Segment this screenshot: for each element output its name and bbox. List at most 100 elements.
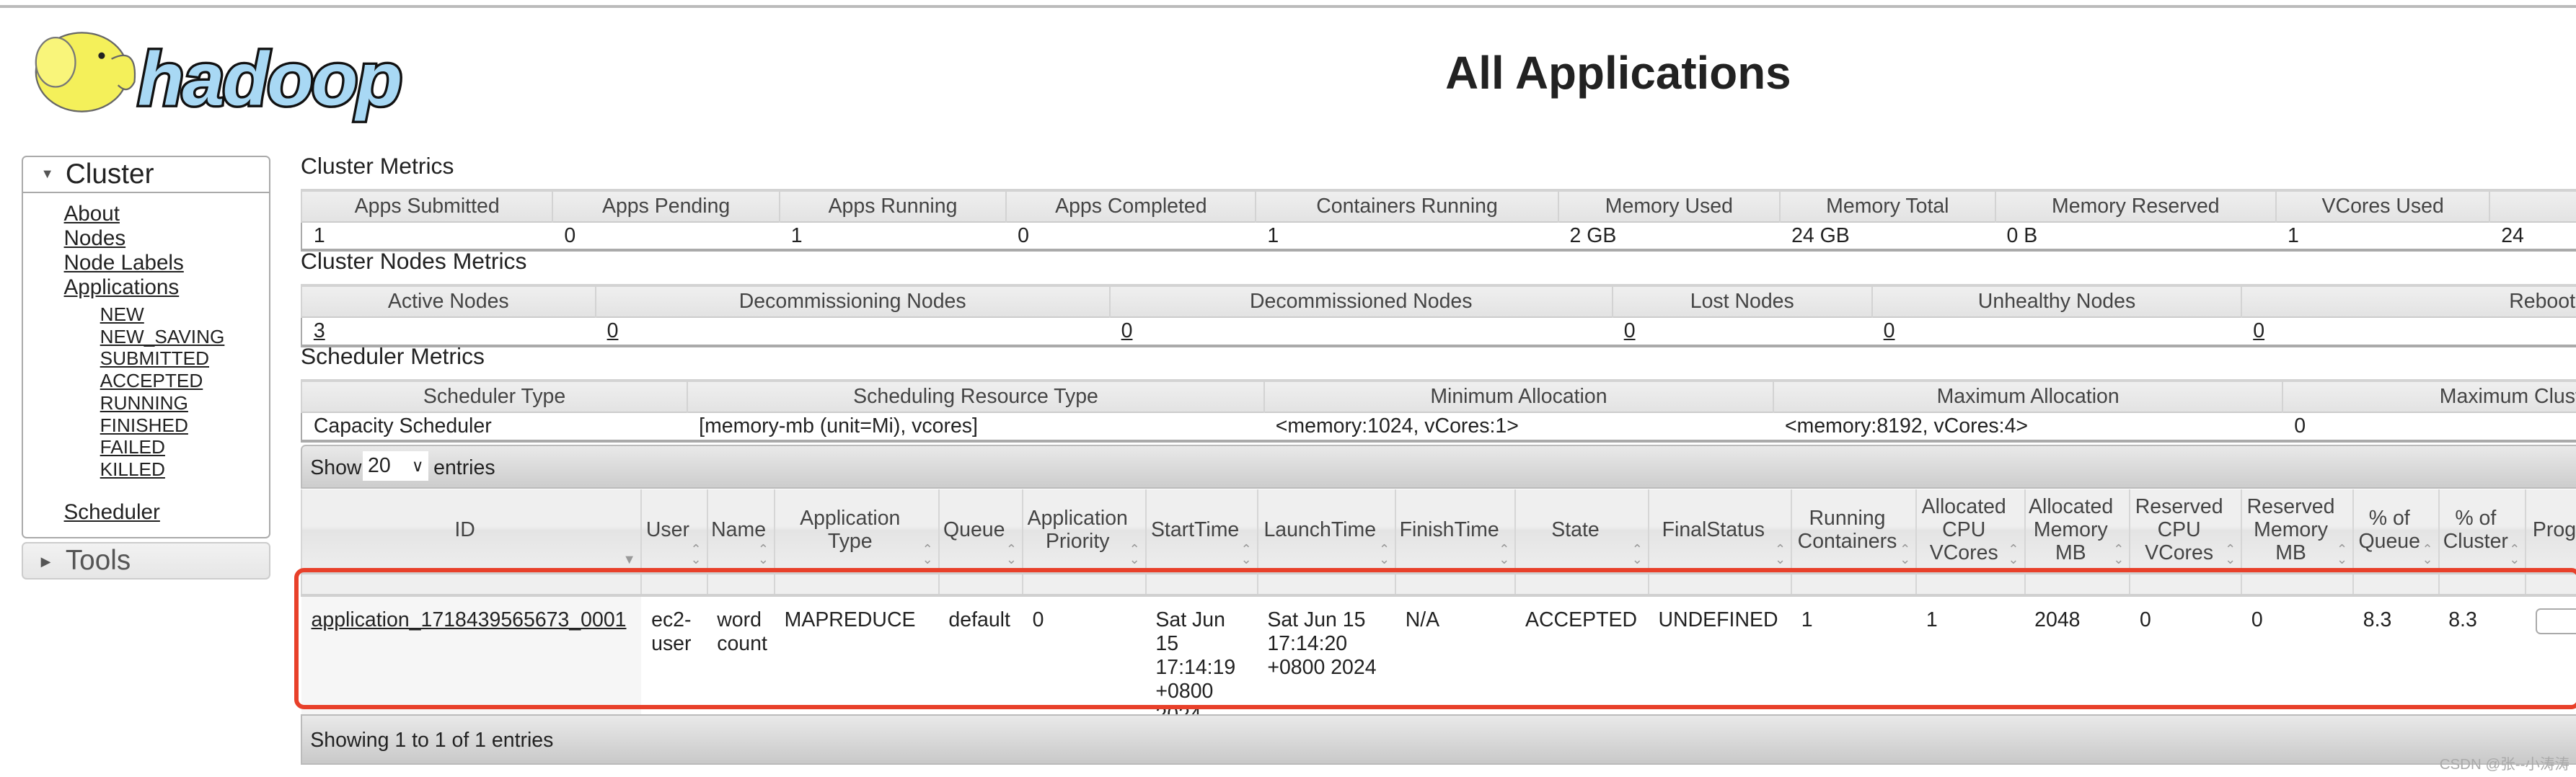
header-label: Allocated Memory MB — [2029, 494, 2114, 564]
column-header-sortable[interactable]: Allocated CPU VCores ⌃ ⌄ — [1915, 489, 2025, 573]
entries-info: Showing 1 to 1 of 1 entries — [310, 729, 554, 752]
header-label: FinishTime — [1399, 518, 1499, 541]
column-header-sortable[interactable]: User ⌃ ⌄ — [640, 489, 707, 573]
column-header-sortable[interactable]: Queue ⌃ ⌄ — [938, 489, 1023, 573]
sidebar-link-running[interactable]: RUNNING — [100, 392, 270, 414]
sidebar-link-about[interactable]: About — [64, 202, 270, 226]
column-header: Decommissioning Nodes — [594, 284, 1110, 318]
sort-icon: ⌃ ⌄ — [1129, 542, 1140, 567]
metric-value: 0 — [1006, 221, 1256, 251]
sidebar-link-nodes[interactable]: Nodes — [64, 226, 270, 251]
page: hadoop All Applications ▼ Cluster About N… — [0, 0, 2576, 777]
metric-value: [memory-mb (unit=Mi), vcores] — [687, 412, 1264, 441]
column-header-sortable[interactable]: Application Type ⌃ ⌄ — [773, 489, 939, 573]
column-header: Maximum Allocation — [1773, 379, 2283, 413]
metric-value: 0 — [1612, 316, 1872, 346]
header-label: Progress — [2532, 518, 2576, 541]
column-header-sortable[interactable]: % of Cluster ⌃ ⌄ — [2438, 489, 2526, 573]
header-label: % of Cluster — [2443, 506, 2508, 553]
metric-value: 1 — [1256, 221, 1558, 251]
sidebar-link-new-saving[interactable]: NEW_SAVING — [100, 326, 270, 348]
sort-icon: ⌃ ⌄ — [1900, 542, 1911, 567]
caret-down-icon: ▼ — [40, 166, 54, 182]
column-header: VCores Total — [2489, 188, 2576, 222]
metric-value: 1 — [2276, 221, 2490, 251]
metric-link[interactable]: 0 — [1884, 319, 1895, 342]
column-header: Apps Completed — [1005, 188, 1256, 222]
column-header: Apps Running — [778, 188, 1007, 222]
sidebar-link-new[interactable]: NEW — [100, 303, 270, 326]
column-header-sortable[interactable]: Application Priority ⌃ ⌄ — [1021, 489, 1146, 573]
metric-value: 0 — [595, 316, 1110, 346]
metric-value: 2 GB — [1558, 221, 1781, 251]
header-label: State — [1551, 518, 1600, 541]
column-header-sortable[interactable]: State ⌃ ⌄ — [1514, 489, 1649, 573]
column-header-sortable[interactable]: FinalStatus ⌃ ⌄ — [1647, 489, 1792, 573]
sidebar-link-scheduler[interactable]: Scheduler — [64, 500, 270, 525]
metric-link[interactable]: 0 — [2253, 319, 2264, 342]
sort-icon: ⌃ ⌄ — [1005, 542, 1018, 567]
column-header: Scheduler Type — [300, 379, 688, 413]
scheduler-metrics-table: Scheduler Type Scheduling Resource Type Mi… — [300, 379, 2576, 443]
column-header-sortable[interactable]: Allocated Memory MB ⌃ ⌄ — [2024, 489, 2130, 573]
header-label: Application Type — [800, 506, 901, 553]
sort-icon: ⌃ ⌄ — [1240, 542, 1252, 567]
sort-icon: ⌃ ⌄ — [1774, 542, 1786, 567]
column-header-sortable[interactable]: StartTime ⌃ ⌄ — [1144, 489, 1258, 573]
sidebar-cluster: ▼ Cluster About Nodes Node Labels Applica… — [21, 156, 271, 538]
sidebar-link-submitted[interactable]: SUBMITTED — [100, 347, 270, 370]
header-label: StartTime — [1150, 518, 1240, 541]
header-label: FinalStatus — [1662, 518, 1765, 541]
sidebar-link-accepted[interactable]: ACCEPTED — [100, 370, 270, 392]
cluster-toggle[interactable]: ▼ Cluster — [22, 157, 270, 194]
metric-link[interactable]: 0 — [1624, 319, 1636, 342]
metric-value: 1 — [779, 221, 1007, 251]
cluster-label: Cluster — [65, 159, 154, 190]
column-header-sortable[interactable]: LaunchTime ⌃ ⌄ — [1256, 489, 1396, 573]
sidebar-tools[interactable]: ▶ Tools — [21, 541, 271, 580]
entries-label: entries — [433, 456, 495, 480]
column-header: Lost Nodes — [1611, 284, 1872, 318]
column-header: Rebooted Nodes — [2241, 284, 2576, 318]
cluster-metrics-table: Apps Submitted Apps Pending Apps Running Ap… — [300, 188, 2576, 252]
sort-icon: ⌃ ⌄ — [2008, 542, 2019, 567]
header-label: LaunchTime — [1263, 518, 1377, 541]
column-header: Apps Pending — [552, 188, 780, 222]
column-header-sortable[interactable]: Reserved CPU VCores ⌃ ⌄ — [2129, 489, 2242, 573]
cluster-metrics-title: Cluster Metrics — [300, 152, 454, 179]
column-header: Apps Submitted — [300, 188, 553, 222]
column-header: Decommissioned Nodes — [1108, 284, 1613, 318]
column-header-sortable[interactable]: ID ▼ — [300, 489, 642, 573]
sort-icon: ⌃ ⌄ — [690, 542, 702, 567]
column-header-sortable[interactable]: FinishTime ⌃ ⌄ — [1395, 489, 1516, 573]
page-title: All Applications — [1445, 46, 1791, 99]
page-size-select[interactable]: 20 ∨ — [363, 451, 429, 481]
hadoop-logo[interactable]: hadoop — [19, 13, 460, 128]
sidebar-link-applications[interactable]: Applications — [64, 275, 270, 300]
column-header-sortable[interactable]: Running Containers ⌃ ⌄ — [1791, 489, 1917, 573]
column-header-sortable[interactable]: Reserved Memory MB ⌃ ⌄ — [2241, 489, 2354, 573]
metric-value: Capacity Scheduler — [300, 412, 688, 441]
sidebar-link-failed[interactable]: FAILED — [100, 436, 270, 458]
sidebar-link-killed[interactable]: KILLED — [100, 458, 270, 481]
sort-icon: ⌃ ⌄ — [2509, 542, 2520, 567]
sidebar-link-node-labels[interactable]: Node Labels — [64, 251, 270, 275]
metric-value: <memory:8192, vCores:4> — [1773, 412, 2283, 441]
column-header: Scheduling Resource Type — [687, 379, 1264, 413]
metric-link[interactable]: 3 — [314, 319, 325, 342]
header-label: Name — [711, 518, 767, 541]
metric-value: 24 — [2489, 221, 2576, 251]
header-label: User — [645, 518, 689, 541]
metric-value: 0 — [2241, 316, 2576, 346]
column-header: Active Nodes — [300, 284, 596, 318]
column-header-sortable[interactable]: % of Queue ⌃ ⌄ — [2352, 489, 2439, 573]
metric-value: 1 — [300, 221, 553, 251]
metric-link[interactable]: 0 — [607, 319, 619, 342]
column-header-sortable[interactable]: Name ⌃ ⌄ — [706, 489, 775, 573]
metric-value: 0 — [2282, 412, 2576, 441]
scheduler-metrics-title: Scheduler Metrics — [300, 343, 485, 370]
sidebar-link-finished[interactable]: FINISHED — [100, 414, 270, 437]
column-header-sortable[interactable]: Progress — [2525, 489, 2576, 573]
metric-link[interactable]: 0 — [1121, 319, 1133, 342]
sort-icon: ⌃ ⌄ — [922, 542, 933, 567]
